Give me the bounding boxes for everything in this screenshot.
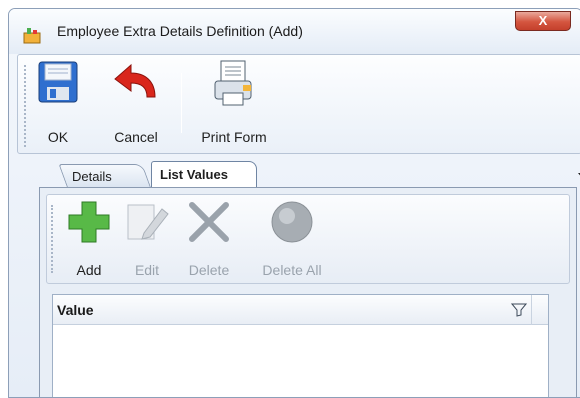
save-icon: [38, 61, 78, 103]
delete-x-icon: [189, 202, 229, 242]
app-icon: [23, 28, 41, 44]
column-header-value[interactable]: Value: [57, 302, 94, 318]
toolbar-separator: [181, 73, 182, 133]
tab-list-values-label: List Values: [160, 167, 228, 182]
plus-icon: [68, 201, 110, 243]
tab-details[interactable]: Details: [58, 164, 152, 189]
tab-strip: Details List Values: [45, 159, 580, 189]
window-title: Employee Extra Details Definition (Add): [57, 23, 303, 39]
ok-label: OK: [47, 129, 69, 145]
tab-details-label: Details: [72, 169, 112, 184]
cancel-label: Cancel: [114, 129, 158, 145]
title-bar: Employee Extra Details Definition (Add) …: [9, 9, 580, 54]
list-values-toolbar: Add Edit Delete Delete All: [46, 194, 570, 284]
delete-label: Delete: [188, 262, 230, 278]
delete-all-label: Delete All: [262, 262, 322, 278]
edit-button[interactable]: Edit: [117, 197, 177, 283]
ok-button[interactable]: OK: [36, 59, 80, 149]
undo-arrow-icon: [114, 63, 156, 98]
grid-header: Value: [53, 295, 548, 325]
delete-button[interactable]: Delete: [179, 197, 239, 283]
print-form-label: Print Form: [201, 129, 267, 145]
dialog-window: Employee Extra Details Definition (Add) …: [8, 8, 580, 398]
cancel-button[interactable]: Cancel: [106, 59, 166, 149]
edit-pencil-icon: [127, 204, 169, 240]
header-separator: [531, 295, 532, 325]
delete-all-circle-icon: [271, 201, 313, 243]
print-form-button[interactable]: Print Form: [190, 59, 278, 149]
main-toolbar: OK Cancel Print Form: [17, 54, 580, 154]
values-grid[interactable]: Value: [52, 294, 549, 397]
filter-icon[interactable]: [511, 303, 527, 317]
close-button[interactable]: X: [515, 11, 571, 31]
print-form-icon: [214, 60, 252, 106]
tab-list-values[interactable]: List Values: [151, 161, 257, 189]
toolbar-grip[interactable]: [24, 65, 26, 147]
delete-all-button[interactable]: Delete All: [252, 197, 332, 283]
list-values-panel: Add Edit Delete Delete All Value: [39, 187, 577, 397]
